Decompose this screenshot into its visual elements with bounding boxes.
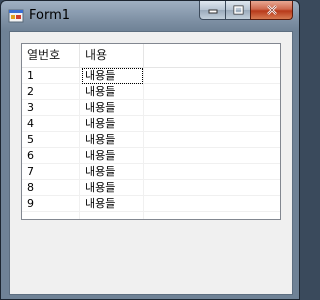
list-item[interactable]: 5 내용들	[22, 132, 280, 148]
cell-no: 3	[27, 101, 34, 114]
cell-no: 2	[27, 85, 34, 98]
maximize-button[interactable]	[225, 1, 250, 20]
cell-no: 7	[27, 165, 34, 178]
close-button[interactable]	[250, 1, 293, 20]
cell-no: 1	[27, 69, 34, 82]
cell-content: 내용들	[85, 117, 116, 130]
column-header-no[interactable]: 열번호	[22, 44, 80, 67]
cell-no: 6	[27, 149, 34, 162]
list-item[interactable]: 2 내용들	[22, 84, 280, 100]
cell-content: 내용들	[85, 133, 116, 146]
cell-content: 내용들	[85, 85, 116, 98]
form1-window: Form1 열번호 내용 1 내용들 2 내용들 3 내용들 4 내용들 5 내…	[0, 0, 300, 300]
app-form-icon[interactable]	[8, 8, 24, 24]
maximize-icon	[233, 5, 243, 15]
list-item[interactable]: 8 내용들	[22, 180, 280, 196]
cell-no: 5	[27, 133, 34, 146]
window-title: Form1	[29, 8, 71, 23]
list-rows: 1 내용들 2 내용들 3 내용들 4 내용들 5 내용들 6 내용들 7 내용…	[22, 68, 280, 212]
cell-no: 8	[27, 181, 34, 194]
list-item[interactable]: 9 내용들	[22, 196, 280, 212]
window-controls	[199, 1, 293, 21]
cell-content: 내용들	[85, 181, 116, 194]
cell-content: 내용들	[85, 149, 116, 162]
title-bar[interactable]: Form1	[1, 1, 299, 31]
minimize-icon	[208, 9, 217, 14]
list-item[interactable]: 1 내용들	[22, 68, 280, 84]
form-client-area: 열번호 내용 1 내용들 2 내용들 3 내용들 4 내용들 5 내용들 6 내…	[9, 31, 293, 295]
close-icon	[266, 5, 277, 15]
cell-content: 내용들	[82, 68, 143, 84]
cell-content: 내용들	[85, 165, 116, 178]
column-header-content[interactable]: 내용	[80, 44, 144, 67]
minimize-button[interactable]	[199, 1, 225, 20]
cell-content: 내용들	[85, 197, 116, 210]
list-item[interactable]: 7 내용들	[22, 164, 280, 180]
list-item[interactable]: 6 내용들	[22, 148, 280, 164]
cell-content: 내용들	[85, 101, 116, 114]
list-item[interactable]: 4 내용들	[22, 116, 280, 132]
list-view[interactable]: 열번호 내용 1 내용들 2 내용들 3 내용들 4 내용들 5 내용들 6 내…	[21, 43, 281, 220]
cell-no: 9	[27, 197, 34, 210]
list-item[interactable]: 3 내용들	[22, 100, 280, 116]
list-header: 열번호 내용	[22, 44, 280, 68]
cell-no: 4	[27, 117, 34, 130]
